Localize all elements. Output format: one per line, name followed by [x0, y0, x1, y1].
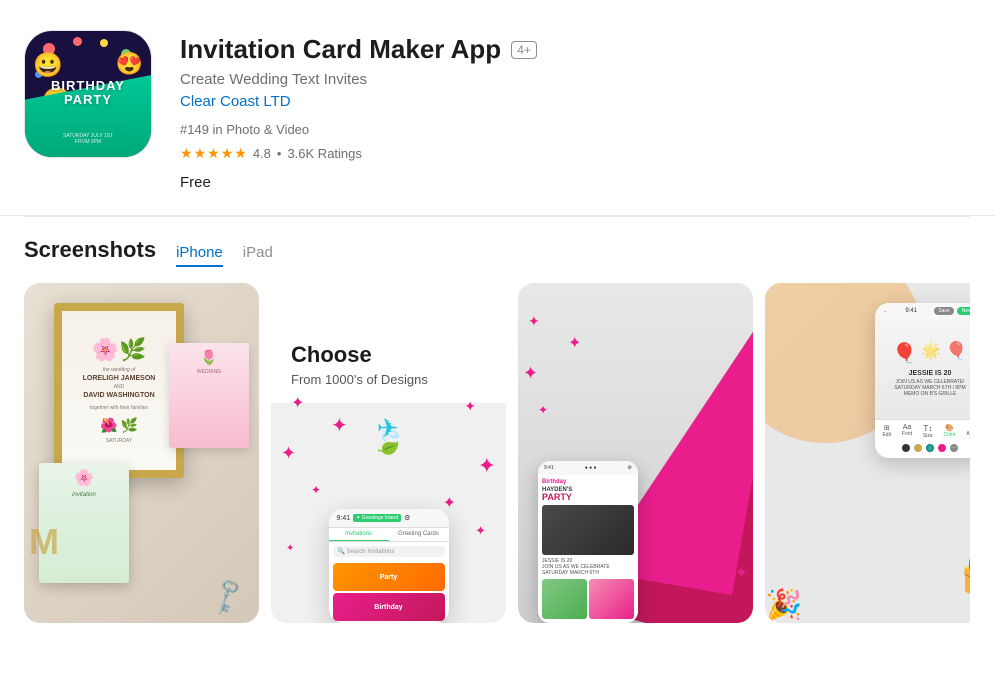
tab-ipad[interactable]: iPad	[243, 244, 273, 267]
screenshots-grid: 🌸🌿 the wedding of LORELIGH JAMESON AND D…	[24, 283, 970, 623]
screenshots-header: Screenshots iPhone iPad	[24, 237, 970, 267]
ss3-mini-card-row	[542, 579, 634, 619]
ss3-details: JESSIE IS 20JOIN US AS WE CELEBRATESATUR…	[542, 558, 634, 576]
ss4-next-button: Next	[957, 307, 970, 315]
app-rank: #149 in Photo & Video	[180, 122, 970, 137]
app-rating-row: ★ ★ ★ ★ ★ 4.8 • 3.6K Ratings	[180, 145, 970, 162]
ss4-color-icon: 🎨 Color	[944, 424, 956, 439]
screenshot-4[interactable]: 🎁 ← 9:41 Save Next	[765, 283, 970, 623]
rating-count: 3.6K Ratings	[287, 146, 361, 161]
mini-card-party: Party	[333, 563, 445, 591]
ss3-birthday-label: Birthday	[542, 479, 634, 485]
app-developer-link[interactable]: Clear Coast LTD	[180, 93, 970, 110]
ss4-size-icon: T↕ Size	[923, 424, 933, 439]
app-header: 😀 😍 😬 BIRTHDAY PARTY SATURDAY JULY 1STFR…	[0, 0, 994, 216]
star-2: ★	[194, 145, 207, 162]
ss1-third-card: 🌷 WEDDING	[169, 343, 249, 448]
screenshots-title: Screenshots	[24, 237, 156, 263]
ss1-main-card: 🌸🌿 the wedding of LORELIGH JAMESON AND D…	[54, 303, 184, 478]
device-tabs: iPhone iPad	[176, 244, 273, 267]
ss4-teal-shape: 🎁	[960, 556, 970, 603]
star-4: ★	[221, 145, 234, 162]
ss4-font-icon: Aa Font	[902, 424, 912, 439]
screenshot-3[interactable]: ✦ ✦ ✦ ✦ 9:41 ● ● ● ⚙ Birthday HAYDEN'S P…	[518, 283, 753, 623]
app-title-row: Invitation Card Maker App 4+	[180, 34, 970, 65]
ss2-choose-title: Choose	[291, 342, 486, 368]
rating-number: 4.8	[253, 146, 271, 161]
ss4-edit-icon: ⊞ Edit	[882, 424, 891, 439]
ss3-phone-mockup: 9:41 ● ● ● ⚙ Birthday HAYDEN'S PARTY JES…	[538, 461, 638, 623]
screenshots-section: Screenshots iPhone iPad 🌸🌿 the wedding o…	[0, 217, 994, 623]
rating-separator: •	[277, 146, 282, 161]
star-1: ★	[180, 145, 193, 162]
app-subtitle: Create Wedding Text Invites	[180, 71, 970, 88]
screenshot-2[interactable]: Choose From 1000's of Designs ✦ ✦ ✦ ✦ ✦ …	[271, 283, 506, 623]
greetings-logo: ✦ Greetings Island	[353, 514, 401, 522]
mini-search-bar: 🔍 Search Invitations	[333, 546, 445, 557]
app-title: Invitation Card Maker App	[180, 34, 501, 65]
mini-tab-greeting: Greeting Cards	[389, 528, 449, 541]
ss4-toolbar: ⊞ Edit Aa Font T↕ Size	[875, 419, 970, 458]
ss4-card-preview: 🎈 🌟 🎈 JESSIE IS 20 JOIN US AS WE CELEBRA…	[875, 319, 970, 419]
tab-iphone[interactable]: iPhone	[176, 244, 223, 267]
ss4-jessie-text: JESSIE IS 20	[892, 370, 967, 377]
mini-card-birthday: Birthday	[333, 593, 445, 621]
ss2-airplane: ✈	[377, 413, 399, 444]
app-details: Invitation Card Maker App 4+ Create Wedd…	[180, 30, 970, 191]
ss4-phone-mockup: ← 9:41 Save Next 🎈 🌟	[875, 303, 970, 458]
ss4-teal-decoration: 🎉	[765, 588, 802, 623]
star-3: ★	[207, 145, 220, 162]
star-5: ★	[234, 145, 247, 162]
ss3-photo-placeholder	[542, 505, 634, 555]
ss2-mini-phone: 9:41 ✦ Greetings Island ⚙ Invitations Gr…	[329, 509, 449, 623]
ss4-color-picker: ···	[877, 442, 970, 454]
app-icon: 😀 😍 😬 BIRTHDAY PARTY SATURDAY JULY 1STFR…	[24, 30, 152, 158]
app-price: Free	[180, 174, 970, 191]
screenshot-1[interactable]: 🌸🌿 the wedding of LORELIGH JAMESON AND D…	[24, 283, 259, 623]
ss3-party-text: PARTY	[542, 493, 634, 502]
mini-tab-invitations: Invitations	[329, 528, 389, 541]
ss4-align-icon: ≡ Align	[966, 424, 970, 439]
age-rating-badge: 4+	[511, 41, 537, 59]
mini-card-list: Party Birthday	[329, 561, 449, 623]
star-rating: ★ ★ ★ ★ ★	[180, 145, 247, 162]
ss1-keys-decoration: 🗝️	[203, 573, 250, 619]
